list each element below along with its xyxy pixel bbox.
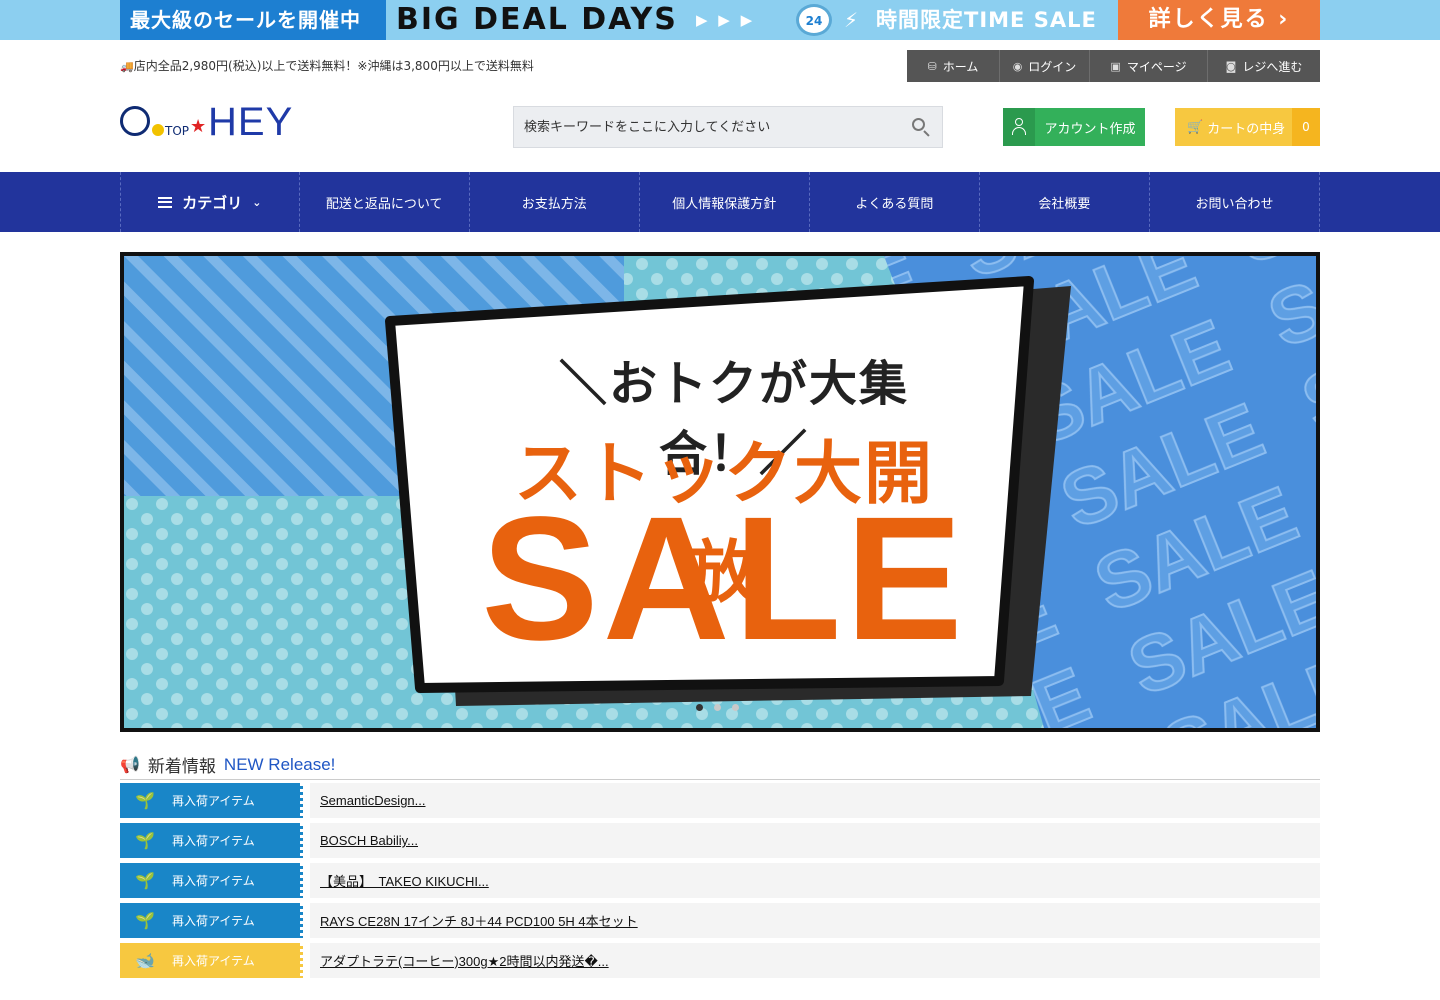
main-nav-item[interactable]: 会社概要 [980, 172, 1150, 232]
cart-icon: 🛒 [1187, 119, 1204, 135]
cubes-icon: ⛁ [927, 59, 937, 73]
news-tag-label: 再入荷アイテム [172, 794, 255, 808]
carousel-indicators [696, 704, 739, 711]
whale-icon: 🐋 [135, 951, 155, 970]
carousel-dot[interactable] [732, 704, 739, 711]
main-nav: カテゴリ ⌄ 配送と返品について お支払方法 個人情報保護方針 よくある質問 会社概要お… [0, 172, 1440, 232]
search-button[interactable] [908, 115, 934, 139]
top-nav-label: レジへ進む [1242, 59, 1303, 74]
carousel-dot[interactable] [714, 704, 721, 711]
star-icon: ★ [190, 116, 207, 137]
news-item-link[interactable]: アダプトラテ(コーヒー)300g★2時間以内発送�... [310, 943, 1320, 978]
news-tag-label: 再入荷アイテム [172, 954, 255, 968]
globe-icon [120, 106, 150, 136]
main-nav-item[interactable]: よくある質問 [810, 172, 980, 232]
id-card-icon: ▣ [1110, 59, 1121, 73]
top-nav-item[interactable]: ⛁ ホーム [907, 50, 1000, 82]
news-list: 🌱 再入荷アイテム SemanticDesign... 🌱 再入荷アイテム BOSCH B… [120, 783, 1320, 983]
promo-banner[interactable]: 最大級のセールを開催中 BIG DEAL DAYS ▶ ▶ ▶ 24 ⚡ 時間限… [0, 0, 1440, 40]
news-item-link[interactable]: SemanticDesign... [310, 783, 1320, 818]
news-tag: 🐋 再入荷アイテム [120, 943, 304, 978]
news-item: 🌱 再入荷アイテム SemanticDesign... [120, 783, 1320, 818]
shipping-note: 🚚店内全品2,980円(税込)以上で送料無料！※沖縄は3,800円以上で送料無料 [120, 58, 534, 75]
news-subtitle: NEW Release! [223, 754, 336, 774]
top-nav-label: ログイン [1028, 59, 1077, 74]
chevron-down-icon: ⌄ [252, 195, 262, 209]
cart-label: カートの中身 [1207, 121, 1286, 137]
main-nav-item[interactable]: お問い合わせ [1150, 172, 1320, 232]
clock-icon: 24 [796, 4, 832, 36]
logo-top-text: TOP [165, 124, 190, 138]
news-item: 🌱 再入荷アイテム 【美品】 TAKEO KIKUCHI... [120, 863, 1320, 898]
news-item-link[interactable]: RAYS CE28N 17インチ 8J＋44 PCD100 5H 4本セット [310, 903, 1320, 938]
top-utility-nav: ⛁ ホーム ◉ ログイン ▣ マイページ ◙ レジへ進む [907, 50, 1320, 82]
news-tag-label: 再入荷アイテム [172, 914, 255, 928]
category-label: カテゴリ [182, 193, 243, 212]
cart-button[interactable]: 🛒 カートの中身 0 [1175, 108, 1320, 146]
create-account-label: アカウント作成 [1044, 121, 1136, 137]
news-item: 🐋 再入荷アイテム アダプトラテ(コーヒー)300g★2時間以内発送�... [120, 943, 1320, 978]
news-item: 🌱 再入荷アイテム RAYS CE28N 17インチ 8J＋44 PCD100 5H… [120, 903, 1320, 938]
top-nav-item[interactable]: ▣ マイページ [1090, 50, 1208, 82]
news-tag-label: 再入荷アイテム [172, 834, 255, 848]
menu-icon [158, 196, 173, 208]
truck-icon: 🚚 [120, 60, 134, 73]
top-nav-label: マイページ [1126, 59, 1187, 74]
news-tag: 🌱 再入荷アイテム [120, 863, 304, 898]
hero-sale-text: SALE [481, 481, 967, 677]
cart-count-badge: 0 [1292, 108, 1320, 146]
sprout-icon: 🌱 [135, 911, 155, 930]
promo-arrows-icon: ▶ ▶ ▶ [696, 11, 756, 29]
user-icon [1003, 108, 1035, 146]
hero-carousel[interactable]: SALE ＼おトクが大集合！／ ストック大開放 SALE [120, 252, 1320, 732]
megaphone-icon: 📢 [120, 755, 140, 774]
news-item: 🌱 再入荷アイテム BOSCH Babiliy... [120, 823, 1320, 858]
news-title: 新着情報 [147, 757, 216, 777]
create-account-button[interactable]: アカウント作成 [1003, 108, 1145, 146]
logo-name: HEY [208, 100, 294, 144]
search-box [513, 106, 943, 148]
logo-dot [152, 124, 164, 136]
news-header: 📢 新着情報 NEW Release! [120, 750, 1320, 780]
promo-sale-text: 最大級のセールを開催中 [120, 0, 386, 40]
top-nav-item[interactable]: ◙ レジへ進む [1208, 50, 1320, 82]
sprout-icon: 🌱 [135, 871, 155, 890]
site-logo[interactable]: TOP ★ HEY [120, 100, 300, 144]
news-tag-label: 再入荷アイテム [172, 874, 255, 888]
sprout-icon: 🌱 [135, 831, 155, 850]
news-item-link[interactable]: BOSCH Babiliy... [310, 823, 1320, 858]
search-input[interactable] [514, 107, 894, 147]
sprout-icon: 🌱 [135, 791, 155, 810]
lightning-icon: ⚡ [844, 8, 859, 32]
search-icon [912, 118, 925, 131]
promo-time-sale: 時間限定TIME SALE [876, 8, 1097, 32]
top-nav-label: ホーム [942, 59, 979, 74]
promo-big-deal-days: BIG DEAL DAYS [396, 2, 678, 37]
news-tag: 🌱 再入荷アイテム [120, 783, 304, 818]
main-nav-item[interactable]: 配送と返品について [300, 172, 470, 232]
news-tag: 🌱 再入荷アイテム [120, 903, 304, 938]
category-menu-button[interactable]: カテゴリ ⌄ [120, 172, 300, 232]
top-nav-item[interactable]: ◉ ログイン [1000, 50, 1090, 82]
money-icon: ◙ [1225, 59, 1237, 73]
shipping-note-text: 店内全品2,980円(税込)以上で送料無料！※沖縄は3,800円以上で送料無料 [133, 59, 534, 73]
user-circle-icon: ◉ [1012, 59, 1023, 73]
main-nav-item[interactable]: 個人情報保護方針 [640, 172, 810, 232]
main-nav-item[interactable]: お支払方法 [470, 172, 640, 232]
promo-details-button[interactable]: 詳しく見る › [1118, 0, 1320, 40]
carousel-dot[interactable] [696, 704, 703, 711]
news-tag: 🌱 再入荷アイテム [120, 823, 304, 858]
news-item-link[interactable]: 【美品】 TAKEO KIKUCHI... [310, 863, 1320, 898]
